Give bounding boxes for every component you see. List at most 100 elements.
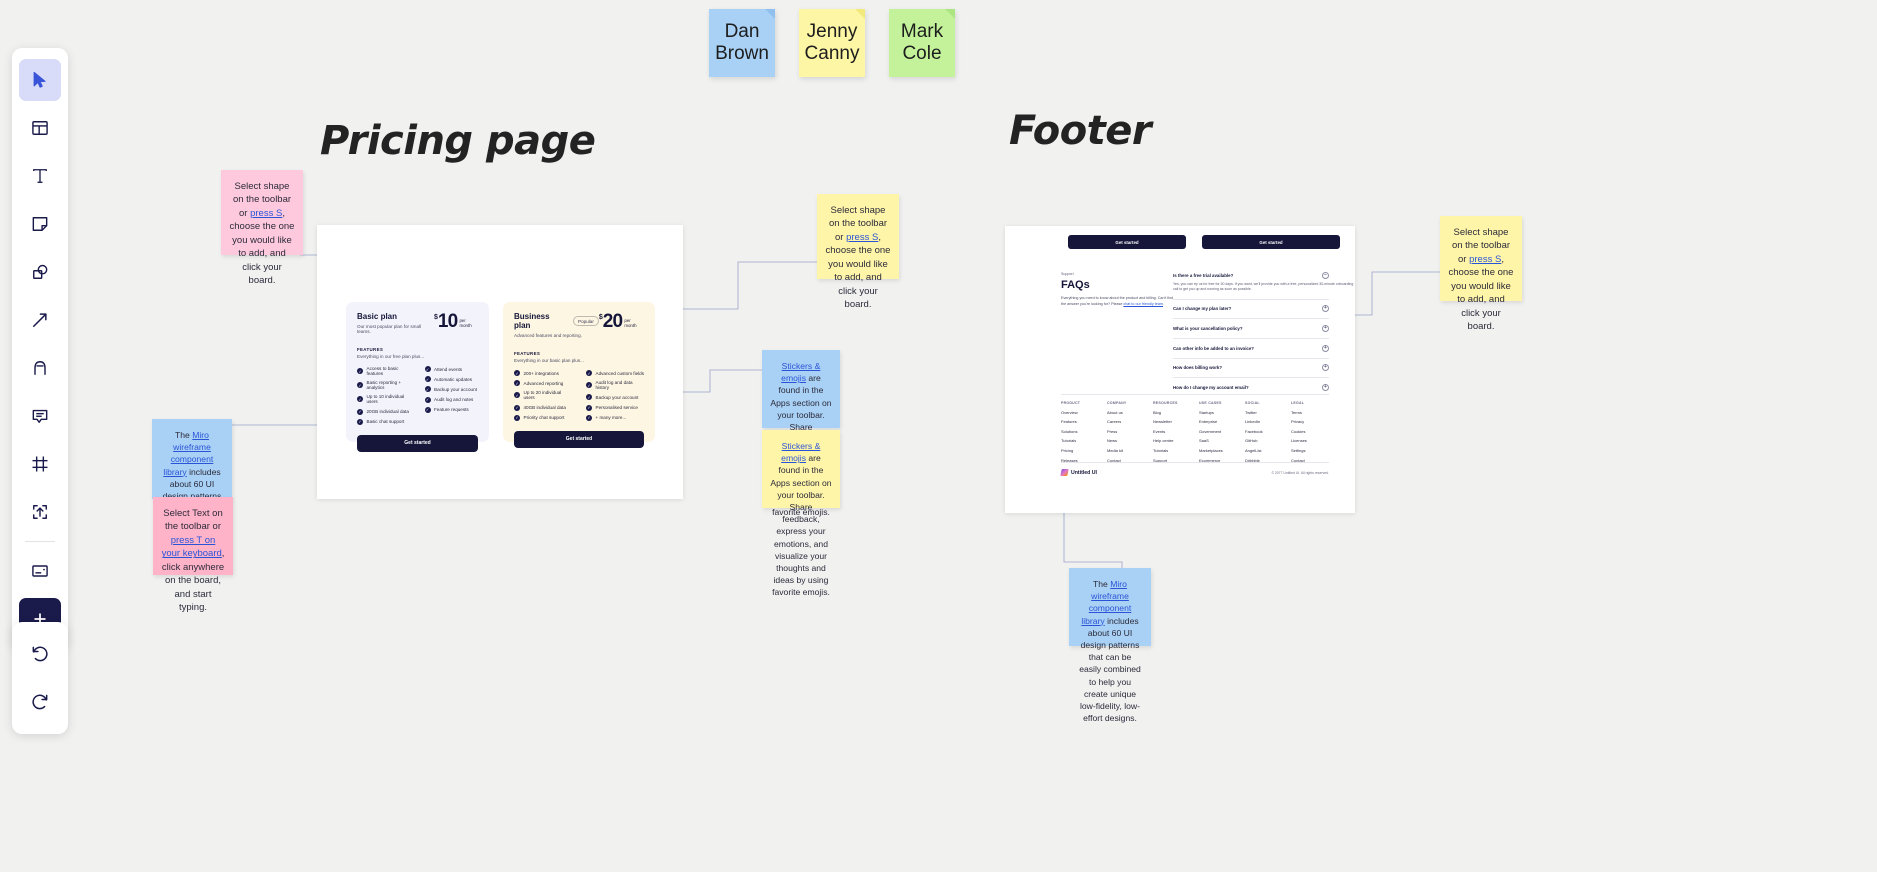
footer-link[interactable]: Facebook: [1245, 429, 1291, 434]
footer-link[interactable]: Features: [1061, 419, 1107, 424]
connection-line-tool[interactable]: [19, 299, 61, 341]
footer-link[interactable]: LinkedIn: [1245, 419, 1291, 424]
features-label: FEATURES: [514, 350, 541, 356]
footer-link[interactable]: Pricing: [1061, 448, 1107, 453]
press-s-link[interactable]: press S: [846, 232, 878, 243]
minus-circle-icon[interactable]: −: [1322, 272, 1329, 279]
feature-label: Backup your account: [434, 386, 477, 392]
press-s-link[interactable]: press S: [250, 208, 282, 219]
sticky-note-tool[interactable]: [19, 203, 61, 245]
faq-question[interactable]: How do I change my account email? +: [1173, 383, 1329, 391]
faq-question[interactable]: Can other info be added to an invoice? +: [1173, 344, 1329, 352]
footer-link[interactable]: Privacy: [1291, 419, 1337, 424]
footer-link[interactable]: Blog: [1153, 410, 1199, 415]
faq-item[interactable]: Can other info be added to an invoice? +: [1173, 344, 1329, 352]
footer-link[interactable]: Press: [1107, 429, 1153, 434]
sticky-note-library-tip-1[interactable]: The Miro wireframe component library inc…: [152, 419, 232, 574]
sticky-note-shape-tip-3[interactable]: Select shape on the toolbar or press S, …: [1440, 216, 1522, 332]
comment-tool[interactable]: [19, 395, 61, 437]
faq-accordion[interactable]: Is there a free trial available? − Yes, …: [1173, 272, 1353, 391]
note-text-pre: The: [175, 430, 193, 440]
feature-label: Audit log and notes: [434, 397, 474, 403]
footer-link[interactable]: Media kit: [1107, 448, 1153, 453]
plus-circle-icon[interactable]: +: [1322, 344, 1329, 352]
frame-tool[interactable]: [19, 443, 61, 485]
footer-link[interactable]: Overview: [1061, 410, 1107, 415]
faq-item[interactable]: What is your cancellation policy? +: [1173, 325, 1329, 333]
plan-subtitle: Advanced features and reporting.: [514, 332, 582, 338]
footer-link[interactable]: Marketplaces: [1199, 448, 1245, 453]
sticky-note-text-tip[interactable]: Select Text on the toolbar or press T on…: [153, 497, 233, 613]
text-tool[interactable]: [19, 155, 61, 197]
get-started-button[interactable]: Get started: [514, 430, 644, 448]
footer-link[interactable]: Tutorials: [1061, 438, 1107, 443]
shapes-tool[interactable]: [19, 251, 61, 293]
footer-link[interactable]: Licenses: [1291, 438, 1337, 443]
faq-title: FAQs: [1061, 279, 1090, 291]
footer-link[interactable]: Cookies: [1291, 429, 1337, 434]
press-s-link[interactable]: press S: [1469, 254, 1501, 265]
sticky-note-stickers-tip-1[interactable]: Stickers & emojis are found in the Apps …: [762, 350, 840, 517]
cursor-label-1[interactable]: Jenny Canny: [799, 9, 865, 77]
footer-link[interactable]: Careers: [1107, 419, 1153, 424]
sticky-note-shape-tip-1[interactable]: Select shape on the toolbar or press S, …: [221, 170, 303, 286]
faq-question[interactable]: What is your cancellation policy? +: [1173, 325, 1329, 333]
footer-link[interactable]: Enterprise: [1199, 419, 1245, 424]
footer-frame[interactable]: Get started Get started Support FAQs Eve…: [1005, 226, 1355, 513]
footer-link[interactable]: Events: [1153, 429, 1199, 434]
press-t-link[interactable]: press T on your keyboard: [162, 535, 222, 559]
footer-link[interactable]: Newsletter: [1153, 419, 1199, 424]
footer-link[interactable]: News: [1107, 438, 1153, 443]
faq-item[interactable]: How do I change my account email? +: [1173, 383, 1329, 391]
faq-question[interactable]: Is there a free trial available? −: [1173, 272, 1329, 279]
price-period: per month: [624, 318, 637, 328]
chat-team-link[interactable]: chat to our friendly team: [1123, 302, 1163, 306]
get-started-button[interactable]: Get started: [357, 434, 478, 452]
pricing-card-basic[interactable]: Basic plan Our most popular plan for sma…: [346, 302, 489, 452]
faq-item[interactable]: Is there a free trial available? − Yes, …: [1173, 272, 1353, 293]
footer-link[interactable]: Tutorials: [1153, 448, 1199, 453]
footer-link[interactable]: Settings: [1291, 448, 1337, 453]
faq-item[interactable]: How does billing work? +: [1173, 364, 1329, 372]
footer-link[interactable]: Twitter: [1245, 410, 1291, 415]
plus-circle-icon[interactable]: +: [1322, 383, 1329, 391]
cursor-label-2[interactable]: Mark Cole: [889, 9, 955, 77]
footer-link[interactable]: Government: [1199, 429, 1245, 434]
brand-logo[interactable]: Untitled UI: [1060, 469, 1097, 476]
plus-circle-icon[interactable]: +: [1322, 364, 1329, 372]
footer-link[interactable]: AngelList: [1245, 448, 1291, 453]
feature-label: 200+ integrations: [523, 370, 559, 376]
cursor-label-0[interactable]: Dan Brown: [709, 9, 775, 77]
main-toolbar[interactable]: [12, 48, 68, 649]
footer-link[interactable]: Solutions: [1061, 429, 1107, 434]
footer-link[interactable]: SaaS: [1199, 438, 1245, 443]
feature-item: ✓ Feature requests: [424, 406, 479, 413]
footer-link[interactable]: Terms: [1291, 410, 1337, 415]
select-tool[interactable]: [19, 59, 61, 101]
footer-link[interactable]: GitHub: [1245, 438, 1291, 443]
plus-circle-icon[interactable]: +: [1322, 325, 1329, 333]
faq-question[interactable]: Can I change my plan later? +: [1173, 305, 1329, 313]
upload-tool[interactable]: [19, 491, 61, 533]
pricing-card-business[interactable]: Business plan Popular Advanced features …: [503, 302, 655, 448]
templates-tool[interactable]: [19, 107, 61, 149]
footer-link[interactable]: About us: [1107, 410, 1153, 415]
undo-button[interactable]: [19, 633, 61, 675]
get-started-button-left[interactable]: Get started: [1068, 235, 1186, 249]
feature-item: ✓ Priority chat support: [514, 414, 572, 421]
sticky-note-shape-tip-2[interactable]: Select shape on the toolbar or press S, …: [817, 194, 899, 310]
footer-link[interactable]: Startups: [1199, 410, 1245, 415]
get-started-button-right[interactable]: Get started: [1202, 235, 1340, 249]
faq-item[interactable]: Can I change my plan later? +: [1173, 305, 1329, 313]
pricing-page-frame[interactable]: Basic plan Our most popular plan for sma…: [317, 225, 683, 499]
redo-button[interactable]: [19, 681, 61, 723]
sticky-note-library-tip-2[interactable]: The Miro wireframe component library inc…: [1069, 568, 1151, 723]
pen-tool[interactable]: [19, 347, 61, 389]
faq-question[interactable]: How does billing work? +: [1173, 364, 1329, 372]
sticky-note-stickers-tip-2[interactable]: Stickers & emojis are found in the Apps …: [762, 430, 840, 597]
history-toolbar[interactable]: [12, 622, 68, 734]
plus-circle-icon[interactable]: +: [1322, 305, 1329, 313]
feature-label: Audit log and data history: [595, 380, 633, 391]
card-tool[interactable]: [19, 550, 61, 592]
footer-link[interactable]: Help centre: [1153, 438, 1199, 443]
